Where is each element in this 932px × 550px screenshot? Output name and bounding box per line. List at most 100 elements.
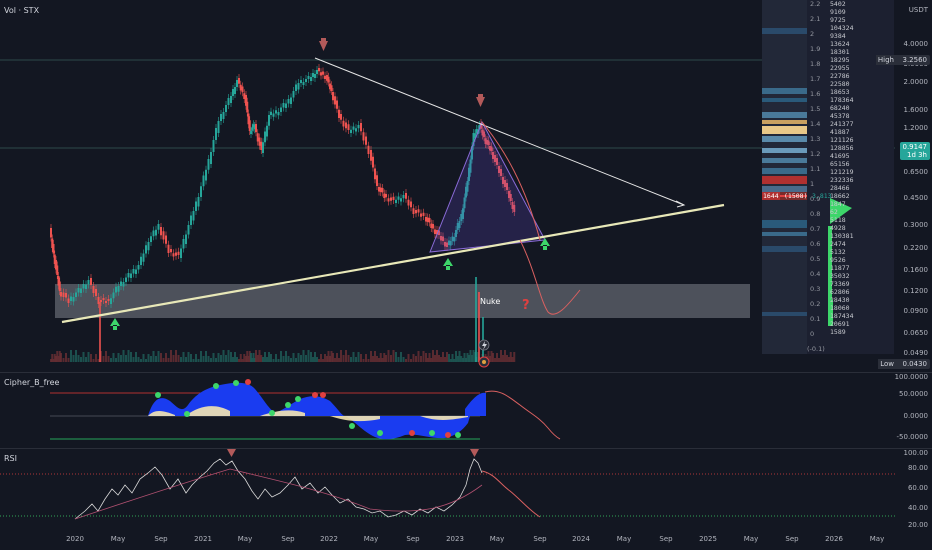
time-axis-label: 2026 [825,535,843,543]
time-axis-label: Sep [659,535,673,543]
high-tag: 3.2560 [894,55,930,65]
vp-volume: 11877 [830,264,850,272]
price-tick: 0.0900 [903,307,929,315]
rsi-tick: 100.00 [903,449,929,457]
vp-marker-label-3: 3.813 [812,192,832,200]
vp-volume: 121126 [830,136,854,144]
arrow-up-icon [110,318,120,330]
price-tick: 1.6000 [903,106,929,114]
cipher-tick: 50.0000 [899,390,928,398]
cipher-tick: 100.0000 [894,373,928,381]
cipher-canvas [50,379,561,440]
vp-price-level: 1.1 [810,165,821,173]
vp-volume: 9725 [830,16,846,24]
rsi-projection [481,470,541,518]
vp-price-level: 2.1 [810,15,821,23]
vp-price-level: 0.1 [810,315,821,323]
vp-volume: 22580 [830,80,850,88]
rsi-tick: 20.00 [907,521,928,529]
vp-volume: 178364 [830,96,854,104]
vp-volume: 104324 [830,24,854,32]
low-label: Low [878,359,896,369]
vp-volume: 1847 [830,200,846,208]
rsi-tick: 60.00 [907,484,928,492]
arrow-up-icon [443,258,453,270]
vp-price-level: 0.6 [810,240,821,248]
vp-price-level: 0 [810,330,815,338]
price-tick: 0.1200 [903,287,929,295]
vp-price-level: 0.2 [810,300,821,308]
rsi-canvas [0,449,895,520]
current-price-tag: 0.9147 1d 3h [899,142,930,160]
price-tick: 2.0000 [903,78,929,86]
vp-volume: 130381 [830,232,854,240]
vp-price-level: 1.6 [810,90,821,98]
vp-price-level: 1 [810,180,815,188]
time-axis-label: 2021 [194,535,212,543]
vp-volume: 128856 [830,144,854,152]
nuke-annotation[interactable]: Nuke [480,297,500,306]
trendline-arrowhead [675,200,686,208]
vp-volume: 9384 [830,32,846,40]
candlestick-series [50,64,516,308]
time-axis-label: Sep [785,535,799,543]
vp-price-level: 0.4 [810,270,821,278]
vp-volume: 4928 [830,224,846,232]
vp-price-level: 1.5 [810,105,821,113]
price-tick: 4.0000 [903,40,929,48]
vp-price-level: 0.3 [810,285,821,293]
time-axis-label: May [237,535,253,543]
vp-price-level: 0.5 [810,255,821,263]
time-axis-label: 2022 [320,535,338,543]
rsi-indicator-pane[interactable]: RSI 100.00 80.00 60.00 40.00 20.00 [0,449,932,531]
cipher-wave-up [148,382,345,416]
support-zone-box[interactable] [55,284,750,318]
vp-volume: 5402 [830,0,846,8]
time-axis-label: 2025 [699,535,717,543]
question-annotation[interactable]: ? [522,298,530,313]
vp-volume: 20691 [830,320,850,328]
time-axis-label: May [616,535,632,543]
volume-profile-heatmap [762,0,852,354]
vp-volume: 41695 [830,152,850,160]
time-axis-label: Sep [154,535,168,543]
price-chart-pane[interactable]: Vol · STX Nuke ? 2.2 2.1 2 1.9 1.8 1.7 1… [0,0,932,372]
currency-label: USDT [908,6,928,14]
vp-volume: 22786 [830,72,850,80]
time-axis-label: May [489,535,505,543]
vp-marker-label: 1644 [762,192,780,200]
cipher-tick: -50.0000 [896,433,928,441]
vp-volume: 18662 [830,192,850,200]
time-axis-label: May [743,535,759,543]
rsi-scale[interactable]: 100.00 80.00 60.00 40.00 20.00 [892,449,932,531]
vp-price-level: 1.9 [810,45,821,53]
vp-volume: 5118 [830,216,846,224]
triangle-pattern[interactable] [429,120,546,253]
vp-volume: 121219 [830,168,854,176]
volume-profile-panel[interactable]: 2.2 2.1 2 1.9 1.8 1.7 1.6 1.5 1.4 1.3 1.2 1.1 1 0.9 0.… [762,0,894,354]
cipher-indicator-pane[interactable]: Cipher_B_free 100.0000 50.0000 0.0000 -5… [0,373,932,448]
vp-price-level: 1.4 [810,120,821,128]
vp-price-level: 1.8 [810,60,821,68]
vp-volume: 35032 [830,272,850,280]
vp-price-level: 1.2 [810,150,821,158]
vp-volume: 13624 [830,40,850,48]
rsi-tick: 40.00 [907,504,928,512]
vp-volume: 9526 [830,256,846,264]
price-tick: 0.1600 [903,266,929,274]
vp-volume: 28430 [830,296,850,304]
price-tick: 0.0490 [903,349,929,357]
time-axis[interactable]: 2020 May Sep 2021 May Sep 2022 May Sep 2023 May Sep… [0,532,932,550]
vp-price-level: 2.2 [810,0,821,8]
alert-icon[interactable] [478,356,490,368]
cipher-scale[interactable]: 100.0000 50.0000 0.0000 -50.0000 [892,373,932,448]
vp-volume: 18301 [830,48,850,56]
lightning-icon[interactable] [478,339,490,351]
arrow-down-icon [470,449,479,457]
cipher-projection [484,390,561,440]
vp-price-level: 2 [810,30,815,38]
vp-volume: 18295 [830,56,850,64]
price-tick: 0.4500 [903,194,929,202]
vp-volume: 68240 [830,104,850,112]
vp-volume: 28466 [830,184,850,192]
